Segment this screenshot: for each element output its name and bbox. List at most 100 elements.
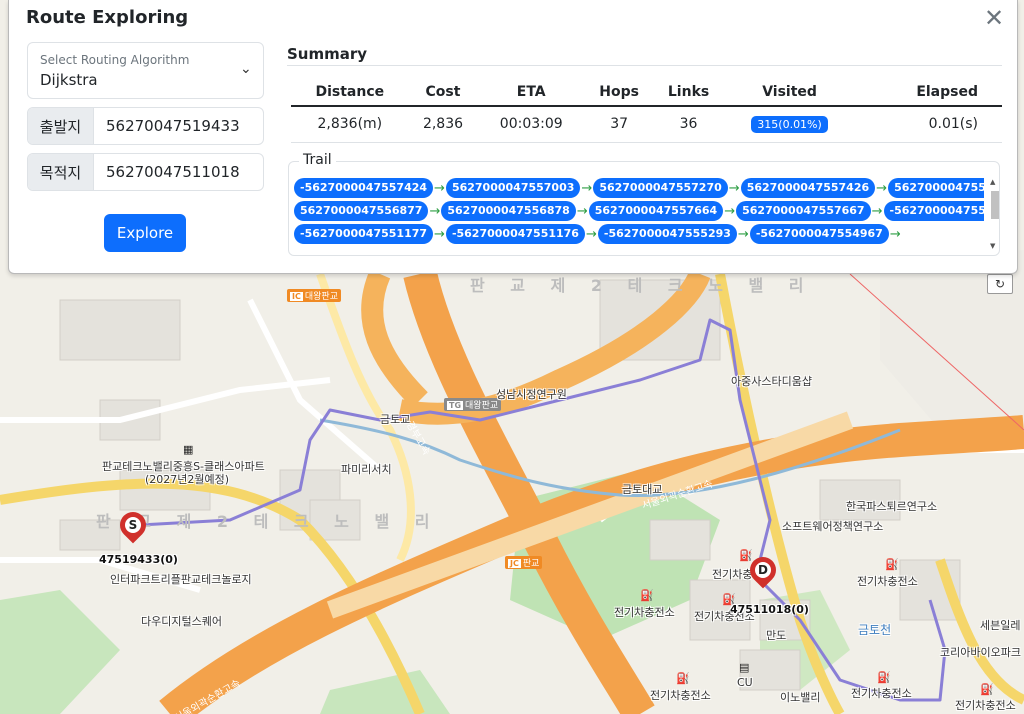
origin-input[interactable]: 56270047519433 — [94, 108, 263, 144]
summary-table: Distance Cost ETA Hops Links Visited Ela… — [291, 78, 1002, 143]
trail-node[interactable]: -5627000047554967 — [749, 224, 889, 244]
algorithm-select-label: Select Routing Algorithm — [40, 53, 190, 67]
trail-node[interactable]: -5627000047551177 — [294, 224, 434, 244]
arrow-right-icon: → — [576, 203, 588, 219]
scroll-down-icon[interactable]: ▼ — [990, 242, 995, 250]
header-visited: Visited — [723, 78, 856, 107]
arrow-right-icon: → — [585, 226, 597, 242]
arrow-right-icon: → — [737, 226, 749, 242]
table-row: 2,836(m) 2,836 00:03:09 37 36 315(0.01%)… — [291, 106, 1002, 143]
algorithm-select-value: Dijkstra — [40, 71, 98, 89]
district-label-left: 판 교 제 2 테 크 노 밸 리 — [96, 512, 440, 531]
start-marker[interactable]: S — [114, 506, 152, 546]
ev-charger-icon: ⛽ — [676, 672, 690, 685]
ic-daewang-badge: IC 대왕판교 — [287, 289, 341, 302]
trail-node[interactable]: 5627000047557667 — [736, 201, 871, 221]
arrow-right-icon: → — [429, 203, 441, 219]
distance-value: 2,836(m) — [291, 106, 409, 143]
cu-label: CU — [737, 676, 753, 689]
visited-badge: 315(0.01%) — [751, 115, 828, 133]
elapsed-value: 0.01(s) — [855, 106, 1002, 143]
algorithm-select[interactable]: Select Routing Algorithm Dijkstra ⌄ — [27, 42, 264, 99]
software-center-label: 소프트웨어정책연구소 — [782, 520, 884, 533]
district-label-top: 판 교 제 2 테 크 노 밸 리 — [470, 276, 814, 295]
header-cost: Cost — [408, 78, 478, 107]
end-marker[interactable]: D — [744, 551, 782, 591]
destination-label: 목적지 — [28, 154, 94, 190]
arrow-right-icon: → — [434, 226, 445, 242]
explore-button[interactable]: Explore — [104, 214, 186, 252]
trail-node[interactable]: 5627000047556878 — [441, 201, 576, 221]
ev-station-label-5: 전기차충전소 — [650, 689, 711, 702]
arrow-right-icon: → — [434, 180, 445, 196]
ev-charger-icon: ⛽ — [885, 558, 899, 571]
trail-node[interactable]: 5627000047557003 — [445, 178, 581, 198]
trail-scrollbar[interactable]: ▲ ▼ — [988, 178, 1000, 253]
cost-value: 2,836 — [408, 106, 478, 143]
trail-node[interactable]: -5627000047551176 — [445, 224, 585, 244]
arrow-right-icon: → — [876, 180, 888, 196]
ev-charger-icon: ⛽ — [877, 671, 891, 684]
ev-charger-icon: ⛽ — [640, 589, 654, 602]
asia-studio-label: 아중사스타디움샵 — [731, 375, 812, 388]
arrow-right-icon: → — [728, 180, 740, 196]
origin-input-group: 출발지 56270047519433 — [27, 107, 264, 145]
mando-label: 만도 — [766, 629, 787, 642]
trail-node[interactable]: 5627000047557426 — [740, 178, 876, 198]
scroll-thumb[interactable] — [991, 191, 999, 219]
hops-value: 37 — [585, 106, 654, 143]
apartment-note-label: (2027년2월예정) — [145, 473, 230, 486]
pasteur-institute-label: 한국파스퇴르연구소 — [846, 500, 938, 513]
seongnam-institute-label: 성남시정연구원 — [496, 388, 567, 401]
ev-station-label-6: 전기차충전소 — [851, 687, 912, 700]
destination-input-group: 목적지 56270047511018 — [27, 153, 264, 191]
trail-node[interactable]: 5627000047557270 — [593, 178, 728, 198]
trail-node[interactable]: -5627000047557424 — [294, 178, 434, 198]
origin-label: 출발지 — [28, 108, 94, 144]
trail-node[interactable]: -5627000047555293 — [597, 224, 737, 244]
pamiri-label: 파미리서치 — [341, 463, 392, 476]
ev-station-label-7: 전기차충전소 — [955, 699, 1016, 712]
header-distance: Distance — [291, 78, 409, 107]
ev-station-label-3: 전기차충전소 — [614, 606, 675, 619]
trail-row: -5627000047551177 → -5627000047551176 → -562… — [294, 224, 984, 246]
chevron-down-icon: ⌄ — [240, 61, 252, 77]
trail-row: -5627000047557424 → 5627000047557003 → 56270… — [294, 178, 984, 200]
trail-node[interactable]: 5627000047556877 — [294, 201, 429, 221]
header-links: Links — [653, 78, 724, 107]
trail-label: Trail — [299, 152, 336, 168]
header-eta: ETA — [477, 78, 586, 107]
trail-node[interactable]: 5627000047557427 — [888, 178, 984, 198]
panel-title: Route Exploring — [26, 7, 189, 28]
summary-divider — [287, 65, 1002, 66]
trail-row: 5627000047556877 → 5627000047556878 → 562700… — [294, 201, 984, 223]
korea-bio-park-label: 코리아바이오파크 — [940, 646, 1021, 659]
trail-node[interactable]: -5627000047557665 — [883, 201, 984, 221]
close-icon[interactable]: ✕ — [983, 6, 1005, 30]
scroll-up-icon[interactable]: ▲ — [990, 178, 995, 186]
jc-pangyo-badge: JC 판교 — [505, 556, 543, 569]
interpark-label: 인터파크트리플판교테크놀로지 — [110, 573, 252, 586]
building-icon: ▦ — [183, 443, 194, 456]
arrow-right-icon: → — [889, 226, 901, 242]
daudigital-label: 다우디지털스퀘어 — [141, 615, 222, 628]
arrow-right-icon: → — [581, 180, 593, 196]
summary-title: Summary — [287, 45, 368, 63]
route-panel: Route Exploring ✕ Select Routing Algorit… — [8, 0, 1018, 274]
refresh-icon[interactable]: ↻ — [987, 274, 1013, 294]
ev-charger-icon: ⛽ — [980, 683, 994, 696]
arrow-right-icon: → — [871, 203, 883, 219]
start-marker-label: 47519433(0) — [99, 553, 178, 566]
end-marker-label: 47511018(0) — [730, 603, 809, 616]
destination-input[interactable]: 56270047511018 — [94, 154, 263, 190]
header-elapsed: Elapsed — [855, 78, 1002, 107]
innovalley-label: 이노밸리 — [780, 691, 821, 704]
tg-daewang-badge: TG 대왕판교 — [444, 398, 502, 411]
trail-list[interactable]: -5627000047557424 → 5627000047557003 → 56270… — [294, 178, 984, 253]
links-value: 36 — [653, 106, 724, 143]
ev-station-label-2: 전기차충전소 — [857, 575, 918, 588]
arrow-right-icon: → — [724, 203, 736, 219]
eta-value: 00:03:09 — [477, 106, 586, 143]
store-icon: ▤ — [739, 661, 750, 674]
trail-node[interactable]: 5627000047557664 — [588, 201, 724, 221]
